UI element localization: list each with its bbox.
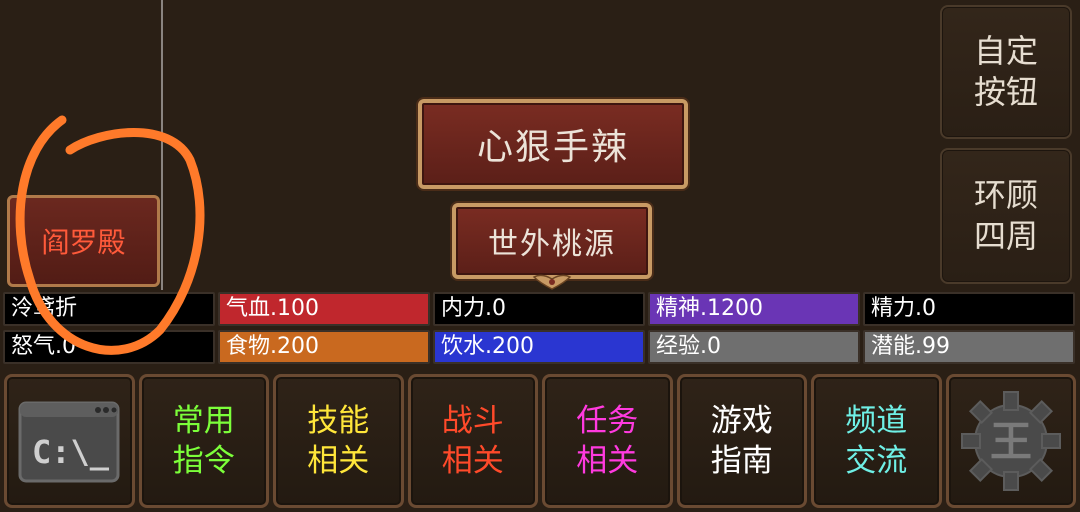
toolbar-button-label: 常用 指令 (172, 403, 235, 479)
skill-title-button[interactable]: 心狠手辣 (418, 99, 688, 189)
stat-row: 泠鸢折 气血.100 内力.0 精神.1200 精力.0 (3, 292, 1075, 326)
custom-buttons-button[interactable]: 自定 按钮 (940, 5, 1072, 139)
stat-cell: 泠鸢折 (3, 292, 215, 326)
svg-text:王: 王 (990, 417, 1032, 466)
stat-cell: 精力.0 (863, 292, 1075, 326)
skill-title-label: 心狠手辣 (476, 127, 629, 168)
toolbar-button-3[interactable]: 任务 相关 (542, 374, 673, 508)
custom-buttons-label: 自定 按钮 (973, 32, 1038, 111)
stat-cell: 饮水.200 (433, 330, 645, 364)
svg-text:C:\_: C:\_ (32, 433, 110, 471)
stat-cell: 食物.200 (218, 330, 430, 364)
toolbar-button-1[interactable]: 技能 相关 (273, 374, 404, 508)
stat-cell: 气血.100 (218, 292, 430, 326)
divider-line (161, 0, 163, 290)
stat-cell: 精神.1200 (648, 292, 860, 326)
gear-icon: 王 (960, 391, 1061, 491)
look-around-button[interactable]: 环顾 四周 (940, 148, 1072, 284)
location-title-label: 世外桃源 (488, 227, 616, 262)
stat-cell: 内力.0 (433, 292, 645, 326)
toolbar-button-label: 频道 交流 (845, 403, 908, 479)
stat-row: 怒气.0 食物.200 饮水.200 经验.0 潜能.99 (3, 330, 1075, 364)
ornament-icon (532, 274, 572, 290)
terminal-icon: C:\_ (18, 401, 120, 483)
location-exit-button[interactable]: 阎罗殿 (7, 195, 160, 287)
location-title-button[interactable]: 世外桃源 (452, 203, 652, 290)
settings-button[interactable]: 王 (945, 374, 1076, 508)
stat-cell: 怒气.0 (3, 330, 215, 364)
bottom-toolbar: C:\_ 常用 指令 技能 相关 战斗 相关 任务 相关 游戏 指南 频道 交流 王 (4, 374, 1076, 508)
location-exit-label: 阎罗殿 (41, 226, 126, 259)
toolbar-button-label: 战斗 相关 (441, 403, 504, 479)
stat-cell: 潜能.99 (863, 330, 1075, 364)
look-around-label: 环顾 四周 (973, 176, 1038, 255)
toolbar-button-label: 技能 相关 (307, 403, 370, 479)
toolbar-button-2[interactable]: 战斗 相关 (407, 374, 538, 508)
toolbar-button-label: 任务 相关 (576, 403, 639, 479)
toolbar-button-0[interactable]: 常用 指令 (138, 374, 269, 508)
toolbar-button-4[interactable]: 游戏 指南 (676, 374, 807, 508)
toolbar-button-5[interactable]: 频道 交流 (811, 374, 942, 508)
status-grid: 泠鸢折 气血.100 内力.0 精神.1200 精力.0 怒气.0 食物.200 饮水.200… (3, 292, 1075, 368)
terminal-button[interactable]: C:\_ (4, 374, 135, 508)
toolbar-button-label: 游戏 指南 (710, 403, 773, 479)
stat-cell: 经验.0 (648, 330, 860, 364)
